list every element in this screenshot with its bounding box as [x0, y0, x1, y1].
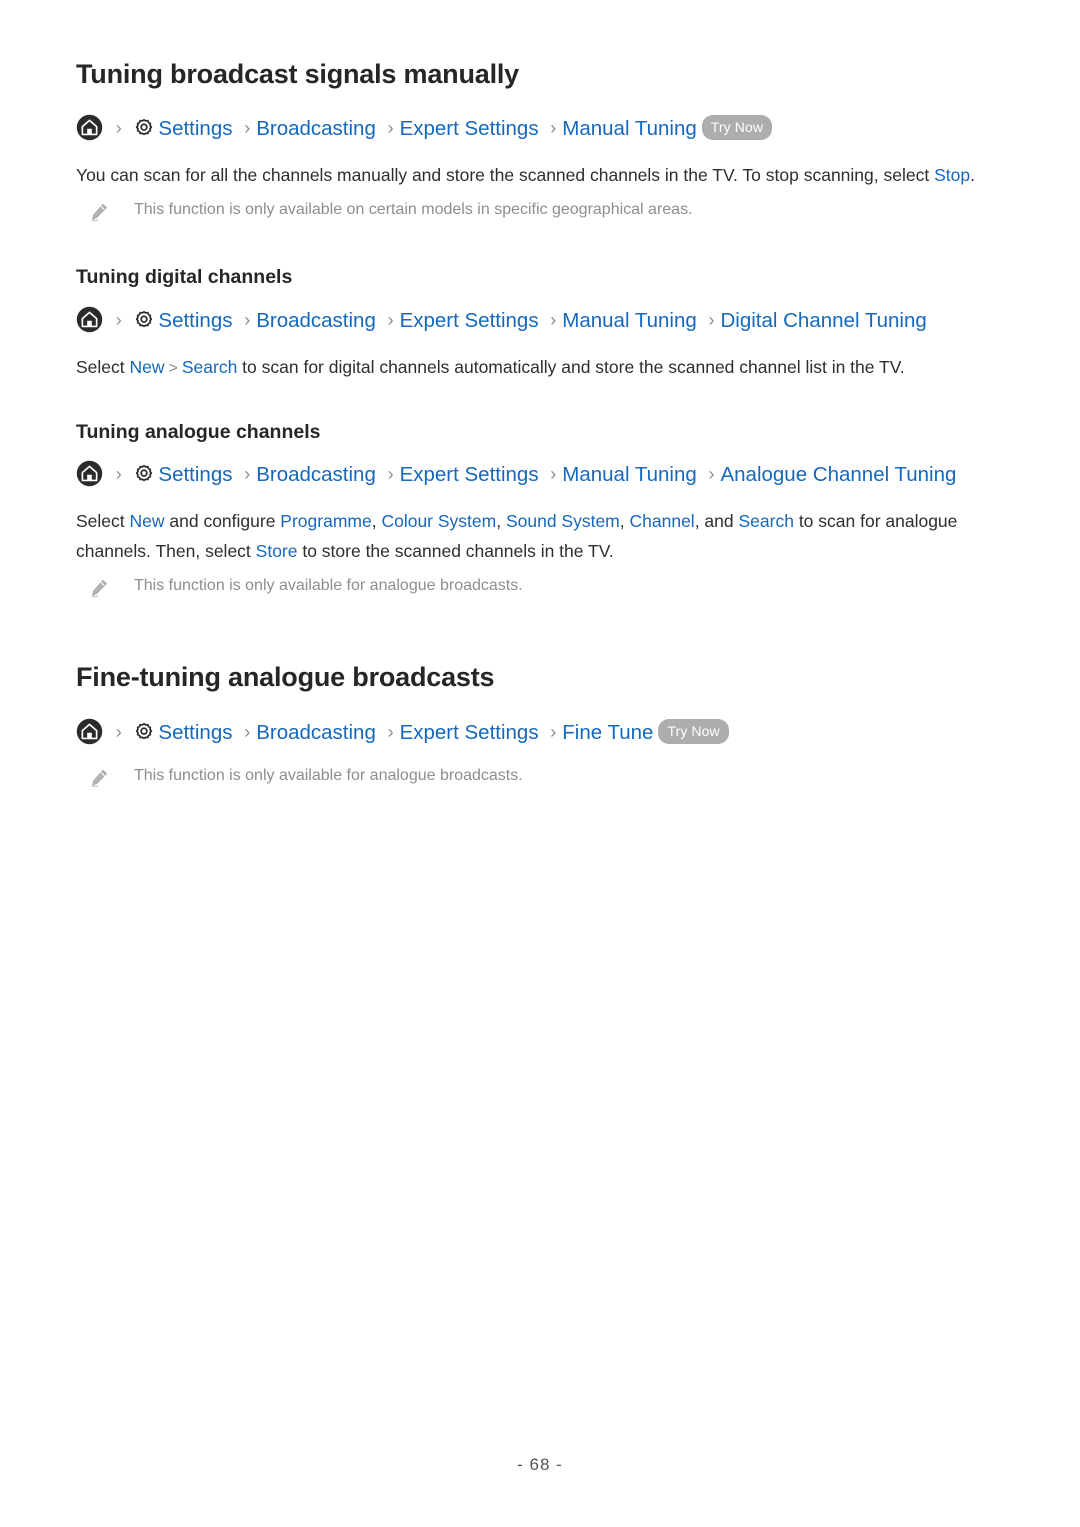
- note-row: This function is only available for anal…: [76, 764, 1008, 789]
- link-stop[interactable]: Stop: [934, 165, 970, 185]
- breadcrumb-separator: ›: [550, 309, 557, 330]
- page-title: Tuning broadcast signals manually: [76, 59, 519, 89]
- inline-separator: >: [168, 359, 178, 377]
- link-channel[interactable]: Channel: [630, 511, 695, 531]
- breadcrumb-separator: ›: [387, 721, 394, 742]
- text-fragment: Select: [76, 511, 130, 532]
- text-fragment: to scan for digital channels automatical…: [237, 356, 905, 377]
- gear-icon[interactable]: [133, 116, 155, 138]
- breadcrumb-separator: ›: [708, 464, 715, 485]
- breadcrumb-separator: ›: [550, 721, 557, 742]
- breadcrumb-fine-tune: › Settings › Broadcasting › Expert Setting…: [76, 716, 1008, 750]
- breadcrumb-item-broadcasting[interactable]: Broadcasting: [256, 463, 376, 486]
- pencil-icon: [88, 767, 110, 789]
- pencil-icon: [88, 201, 110, 223]
- try-now-badge[interactable]: Try Now: [701, 115, 773, 141]
- breadcrumb-separator: ›: [708, 309, 715, 330]
- breadcrumb-separator: ›: [244, 309, 251, 330]
- link-programme[interactable]: Programme: [280, 511, 371, 531]
- text-fragment: ,: [619, 511, 630, 532]
- link-search[interactable]: Search: [182, 357, 237, 377]
- breadcrumb-separator: ›: [115, 721, 122, 742]
- paragraph-analogue-tuning: Select New and configure Programme, Colo…: [76, 506, 1008, 566]
- breadcrumb-item-manual-tuning[interactable]: Manual Tuning: [562, 463, 696, 486]
- breadcrumb-separator: ›: [244, 118, 251, 139]
- text-fragment: Select: [76, 356, 130, 377]
- try-now-badge[interactable]: Try Now: [658, 718, 729, 744]
- link-new[interactable]: New: [130, 511, 165, 531]
- breadcrumb-item-broadcasting[interactable]: Broadcasting: [256, 721, 376, 744]
- breadcrumb-separator: ›: [387, 464, 394, 485]
- gear-icon[interactable]: [133, 308, 155, 330]
- manual-page: Tuning broadcast signals manually › Sett…: [0, 0, 1080, 1527]
- breadcrumb-separator: ›: [550, 118, 557, 139]
- breadcrumb-item-expert-settings[interactable]: Expert Settings: [400, 721, 539, 744]
- section-subtitle-analogue: Tuning analogue channels: [76, 420, 321, 443]
- gear-icon[interactable]: [133, 462, 155, 484]
- note-row: This function is only available on certa…: [76, 198, 1008, 223]
- breadcrumb-item-settings[interactable]: Settings: [158, 463, 232, 486]
- link-store[interactable]: Store: [256, 541, 298, 561]
- text-fragment: .: [970, 165, 975, 186]
- breadcrumb-item-settings[interactable]: Settings: [158, 721, 232, 744]
- text-fragment: ,: [496, 511, 506, 532]
- breadcrumb-item-fine-tune[interactable]: Fine Tune: [562, 721, 653, 744]
- breadcrumb-item-manual-tuning[interactable]: Manual Tuning: [562, 117, 696, 140]
- home-icon[interactable]: [76, 460, 103, 487]
- breadcrumb-separator: ›: [115, 309, 122, 330]
- breadcrumb-manual-tuning: › Settings › Broadcasting › Expert Setting…: [76, 112, 1008, 146]
- link-new[interactable]: New: [130, 357, 165, 377]
- page-number: - 68 -: [517, 1455, 563, 1474]
- breadcrumb-item-broadcasting[interactable]: Broadcasting: [256, 117, 376, 140]
- note-text: This function is only available on certa…: [134, 201, 693, 219]
- breadcrumb-item-expert-settings[interactable]: Expert Settings: [400, 463, 539, 486]
- breadcrumb-separator: ›: [244, 721, 251, 742]
- text-fragment: and configure: [164, 511, 281, 532]
- breadcrumb-item-analogue-channel-tuning[interactable]: Analogue Channel Tuning: [720, 463, 956, 486]
- text-fragment: to store the scanned channels in the TV.: [297, 541, 614, 562]
- note-text: This function is only available for anal…: [134, 766, 523, 784]
- breadcrumb-separator: ›: [115, 464, 122, 485]
- breadcrumb-separator: ›: [244, 464, 251, 485]
- breadcrumb-separator: ›: [550, 464, 557, 485]
- breadcrumb-item-expert-settings[interactable]: Expert Settings: [400, 117, 539, 140]
- paragraph-digital-tuning: Select New > Search to scan for digital ch…: [76, 352, 1008, 384]
- note-text: This function is only available for anal…: [134, 577, 523, 595]
- breadcrumb-analogue-channel-tuning: › Settings › Broadcasting › Expert Setting…: [76, 458, 1008, 492]
- breadcrumb-item-digital-channel-tuning[interactable]: Digital Channel Tuning: [720, 309, 926, 332]
- text-fragment: You can scan for all the channels manual…: [76, 165, 935, 186]
- gear-icon[interactable]: [133, 720, 155, 742]
- home-icon[interactable]: [76, 306, 103, 333]
- text-fragment: , and: [694, 511, 739, 532]
- home-icon[interactable]: [76, 718, 103, 745]
- breadcrumb-item-broadcasting[interactable]: Broadcasting: [256, 309, 376, 332]
- breadcrumb-separator: ›: [115, 118, 122, 139]
- pencil-icon: [88, 577, 110, 599]
- breadcrumb-item-expert-settings[interactable]: Expert Settings: [400, 309, 539, 332]
- breadcrumb-item-settings[interactable]: Settings: [158, 117, 232, 140]
- breadcrumb-item-manual-tuning[interactable]: Manual Tuning: [562, 309, 696, 332]
- paragraph-manual-tuning: You can scan for all the channels manual…: [76, 160, 1008, 190]
- page-title-fine-tuning: Fine-tuning analogue broadcasts: [76, 662, 495, 693]
- text-fragment: ,: [371, 511, 382, 532]
- link-colour-system[interactable]: Colour System: [381, 511, 496, 531]
- breadcrumb-item-settings[interactable]: Settings: [158, 309, 232, 332]
- link-search[interactable]: Search: [739, 511, 794, 531]
- link-sound-system[interactable]: Sound System: [506, 511, 620, 531]
- breadcrumb-separator: ›: [387, 118, 394, 139]
- breadcrumb-separator: ›: [387, 309, 394, 330]
- section-subtitle-digital: Tuning digital channels: [76, 266, 293, 289]
- note-row: This function is only available for anal…: [76, 574, 1008, 599]
- breadcrumb-digital-channel-tuning: › Settings › Broadcasting › Expert Setting…: [76, 304, 1008, 338]
- home-icon[interactable]: [76, 114, 103, 141]
- page-content: Tuning broadcast signals manually › Sett…: [76, 58, 1008, 789]
